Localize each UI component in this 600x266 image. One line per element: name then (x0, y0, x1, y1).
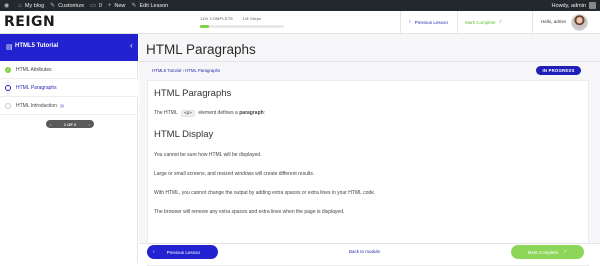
completed-check-icon: ✓ (5, 66, 11, 73)
mark-complete-label: Mark Complete (465, 19, 496, 25)
edit-lesson-link[interactable]: ✎ Edit Lesson (131, 0, 168, 11)
in-progress-icon (5, 84, 11, 91)
page-title: HTML Paragraphs (146, 42, 256, 57)
new-label: New (114, 2, 126, 9)
sidebar-item-html-paragraphs[interactable]: HTML Paragraphs (0, 79, 138, 97)
previous-lesson-label: Previous Lesson (414, 19, 448, 25)
intro-text-start: The HTML (154, 110, 178, 116)
comments-link[interactable]: ▭ 0 (90, 0, 102, 11)
chevron-left-icon: ‹ (409, 19, 411, 25)
content-heading-display: HTML Display (154, 129, 214, 140)
intro-paragraph: The HTML <p> element defines a paragraph… (154, 110, 265, 117)
course-progress: 11% COMPLETE 1/8 Steps (200, 16, 400, 28)
content-paragraph: You cannot be sure how HTML will be disp… (154, 152, 262, 158)
hello-user: Hello, admin (541, 19, 567, 24)
howdy-text: Howdy, admin (551, 2, 586, 9)
progress-steps: 1/8 Steps (242, 16, 262, 21)
progress-percent: 11% COMPLETE (200, 16, 234, 21)
new-content-link[interactable]: + New (108, 0, 126, 11)
wordpress-icon: ◉ (4, 3, 10, 9)
chevron-left-icon: ‹ (153, 249, 155, 255)
user-avatar[interactable] (571, 14, 588, 31)
customize-link[interactable]: ✎ Customize (50, 0, 84, 11)
breadcrumb[interactable]: HTML5 Tutorial › HTML Paragraphs (152, 68, 220, 73)
lesson-pager: ‹ 1 OF 2 › (46, 120, 94, 128)
pager-next-icon[interactable]: › (89, 122, 90, 127)
pager-prev-icon[interactable]: ‹ (50, 122, 51, 127)
wordpress-menu[interactable]: ◉ (4, 0, 12, 11)
site-name-label: My blog (24, 2, 45, 9)
sidebar-item-html-attributes[interactable]: ✓ HTML Attributes (0, 61, 138, 79)
course-title[interactable]: HTML5 Tutorial (15, 43, 58, 49)
quiz-icon (59, 103, 64, 108)
course-sidebar: ▤ HTML5 Tutorial ‹ ✓ HTML Attributes HTM… (0, 34, 138, 263)
collapse-sidebar-icon[interactable]: ‹ (130, 41, 133, 50)
plus-icon: + (107, 2, 112, 9)
check-icon: ✓ (563, 249, 568, 255)
lesson-label: HTML Paragraphs (16, 84, 57, 91)
previous-lesson-link[interactable]: ‹ Previous Lesson (409, 19, 448, 25)
previous-lesson-button-label: Previous Lesson (166, 249, 200, 255)
lesson-content: HTML Paragraphs The HTML <p> element def… (147, 80, 589, 266)
admin-bar: ◉ ⌂ My blog ✎ Customize ▭ 0 + New ✎ Edit… (0, 0, 600, 11)
lesson-footer-nav: ‹ Previous Lesson Back to module Mark Co… (139, 243, 600, 263)
sidebar-item-html-introduction[interactable]: HTML Introduction (0, 97, 138, 115)
progress-bar-fill (200, 25, 210, 28)
divider (400, 11, 401, 33)
customize-label: Customize (58, 2, 85, 9)
lesson-label: HTML Attributes (16, 66, 52, 73)
progress-text: 11% COMPLETE 1/8 Steps (200, 16, 400, 21)
not-started-icon (5, 102, 11, 109)
back-to-module-link[interactable]: Back to module (349, 249, 380, 254)
content-paragraph: The browser will remove any extra spaces… (154, 209, 345, 215)
divider (457, 11, 458, 33)
account-menu[interactable]: Howdy, admin (552, 0, 596, 11)
check-icon: ✓ (498, 19, 503, 25)
lesson-main: HTML Paragraphs HTML5 Tutorial › HTML Pa… (139, 34, 600, 266)
site-logo[interactable]: REIGN (4, 15, 55, 30)
edit-lesson-label: Edit Lesson (139, 2, 169, 9)
content-heading-paragraphs: HTML Paragraphs (154, 88, 232, 99)
admin-avatar (589, 2, 596, 9)
mark-complete-button[interactable]: Mark Complete ✓ (511, 245, 584, 259)
content-paragraph: With HTML, you cannot change the output … (154, 190, 376, 196)
customize-icon: ✎ (50, 3, 56, 9)
code-snippet: <p> (180, 110, 195, 117)
pencil-icon: ✎ (131, 3, 137, 9)
pager-label: 1 OF 2 (63, 121, 77, 127)
course-header: REIGN 11% COMPLETE 1/8 Steps ‹ Previous … (0, 11, 600, 34)
comment-icon: ▭ (90, 3, 96, 9)
status-badge: IN PROGRESS (536, 66, 581, 75)
course-title-bar: ▤ HTML5 Tutorial ‹ (0, 34, 138, 61)
comments-count: 0 (98, 2, 102, 9)
intro-text-bold: paragraph (239, 110, 264, 116)
lesson-label: HTML Introduction (16, 102, 57, 109)
previous-lesson-button[interactable]: ‹ Previous Lesson (147, 245, 218, 259)
mark-complete-button-label: Mark Complete (527, 249, 559, 255)
progress-bar (200, 25, 284, 28)
content-paragraph: Large or small screens, and resized wind… (154, 171, 315, 177)
divider (139, 61, 600, 62)
site-name-link[interactable]: ⌂ My blog (18, 0, 44, 11)
intro-text-middle: element defines a (198, 110, 238, 116)
divider (532, 11, 533, 33)
intro-text-end: : (263, 110, 266, 116)
mark-complete-link[interactable]: Mark Complete ✓ (465, 19, 503, 25)
home-icon: ⌂ (18, 2, 22, 9)
book-icon: ▤ (6, 44, 13, 51)
